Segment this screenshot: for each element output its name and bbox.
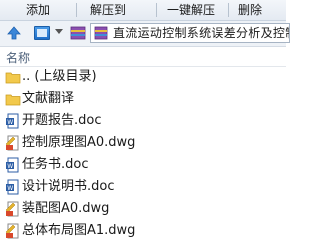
svg-text:W: W — [7, 163, 13, 170]
doc-icon: W — [6, 157, 19, 173]
list-item[interactable]: W 开题报告.doc — [0, 110, 286, 132]
add-button[interactable]: 添加 — [26, 2, 50, 18]
up-arrow-icon[interactable] — [6, 25, 22, 41]
file-name: 总体布局图A1.dwg — [22, 223, 136, 238]
file-name: 设计说明书.doc — [22, 179, 115, 194]
view-mode-icon[interactable] — [34, 26, 50, 40]
list-item[interactable]: 控制原理图A0.dwg — [0, 132, 286, 154]
list-item[interactable]: 装配图A0.dwg — [0, 198, 286, 220]
svg-text:W: W — [7, 185, 13, 192]
address-row: 直流运动控制系统误差分析及控制 — [0, 21, 290, 47]
archive-icon — [70, 26, 86, 40]
one-click-extract-button[interactable]: 一键解压 — [167, 2, 215, 18]
dwg-icon — [5, 201, 19, 217]
dwg-icon — [5, 223, 19, 239]
file-name: 控制原理图A0.dwg — [22, 135, 136, 150]
file-name: .. (上级目录) — [22, 69, 97, 84]
folder-up-icon — [5, 72, 21, 84]
file-name: 装配图A0.dwg — [22, 201, 110, 216]
address-path: 直流运动控制系统误差分析及控制 — [113, 26, 290, 40]
doc-icon: W — [6, 179, 19, 195]
file-name: 文献翻译 — [22, 91, 75, 106]
view-dropdown-icon[interactable] — [55, 29, 63, 34]
toolbar-divider — [228, 3, 229, 17]
file-name: 任务书.doc — [22, 157, 89, 172]
list-item[interactable]: .. (上级目录) — [0, 66, 286, 88]
doc-icon: W — [6, 113, 19, 129]
list-item[interactable]: W 设计说明书.doc — [0, 176, 286, 198]
delete-button[interactable]: 删除 — [238, 2, 262, 18]
archive-icon — [94, 26, 108, 40]
column-header[interactable]: 名称 — [0, 47, 286, 67]
name-column-header[interactable]: 名称 — [6, 49, 30, 66]
list-item[interactable]: 文献翻译 — [0, 88, 286, 110]
list-item[interactable]: W 任务书.doc — [0, 154, 286, 176]
toolbar: 添加 解压到 一键解压 删除 — [0, 0, 286, 21]
file-name: 开题报告.doc — [22, 113, 102, 128]
address-bar[interactable]: 直流运动控制系统误差分析及控制 — [90, 23, 290, 43]
toolbar-divider — [156, 3, 157, 17]
toolbar-divider — [76, 3, 77, 17]
svg-text:W: W — [7, 119, 13, 126]
folder-icon — [5, 94, 21, 106]
list-item[interactable]: 总体布局图A1.dwg — [0, 220, 286, 242]
extract-to-button[interactable]: 解压到 — [90, 2, 126, 18]
dwg-icon — [5, 135, 19, 151]
